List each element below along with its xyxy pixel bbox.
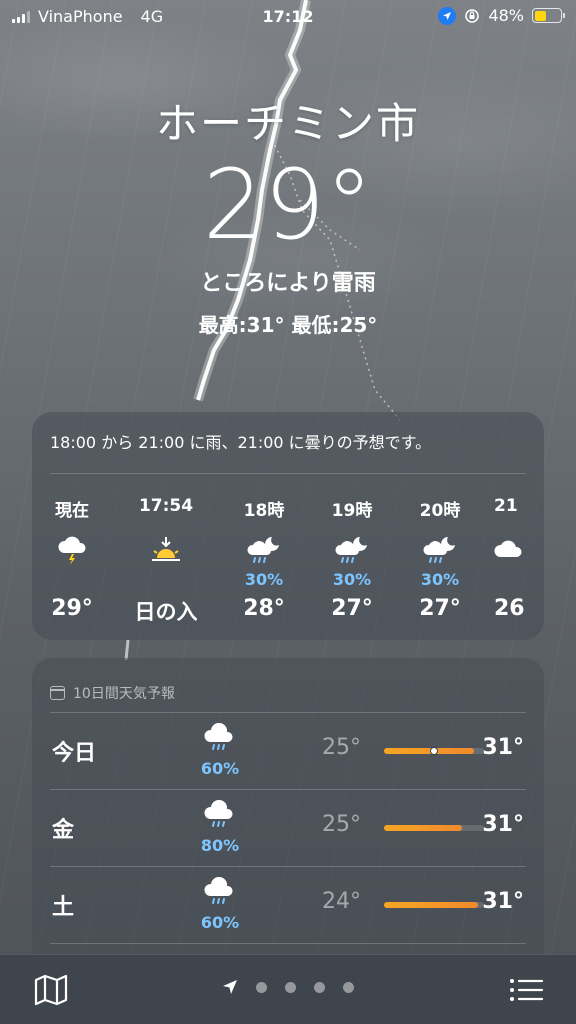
day-row[interactable]: 土 60% 24° 31° — [50, 866, 526, 943]
rain-icon — [200, 723, 240, 755]
bottom-toolbar — [0, 954, 576, 1024]
hourly-forecast-card[interactable]: 18:00 から 21:00 に雨、21:00 に曇りの予想です。 現在 29°… — [32, 412, 544, 640]
current-weather-header: ホーチミン市 29° ところにより雷雨 最高:31° 最低:25° — [0, 90, 576, 338]
city-name: ホーチミン市 — [155, 99, 420, 148]
list-icon — [510, 979, 544, 1001]
day-name: 土 — [52, 895, 75, 920]
battery-icon — [532, 8, 565, 23]
ten-day-title: 10日間天気予報 — [73, 686, 175, 702]
temperature-range-bar — [384, 825, 484, 831]
rain-icon — [200, 800, 240, 832]
hour-label: 17:54 — [138, 496, 194, 516]
day-low: 25° — [322, 812, 361, 837]
day-row[interactable]: 金 80% 25° 31° — [50, 789, 526, 866]
current-temperature-marker — [430, 747, 438, 755]
hour-item: 18時 30% 28° — [220, 496, 308, 626]
temperature-range-fill — [384, 902, 478, 908]
page-dot[interactable] — [314, 981, 325, 993]
day-high: 31° — [482, 812, 524, 837]
rain-moon-icon — [422, 530, 458, 570]
temperature-range-bar — [384, 902, 484, 908]
temperature-range-fill — [384, 748, 474, 754]
hour-temperature: 26 — [494, 596, 525, 621]
thunderstorm-icon — [55, 530, 89, 570]
hour-temperature: 27° — [419, 596, 461, 621]
rain-moon-icon — [334, 530, 370, 570]
cloud-icon — [494, 530, 524, 570]
hour-temperature: 日の入 — [134, 600, 198, 624]
hour-item: 17:54 日の入 — [112, 496, 220, 626]
current-condition: ところにより雷雨 — [200, 271, 376, 296]
hour-label: 現在 — [55, 501, 89, 521]
hourly-summary: 18:00 から 21:00 に雨、21:00 に曇りの予想です。 — [50, 433, 432, 452]
hour-item: 現在 29° — [32, 496, 112, 626]
high-low-temperature: 最高:31° 最低:25° — [198, 313, 378, 337]
hour-item: 19時 30% 27° — [308, 496, 396, 626]
temperature-range-fill — [384, 825, 462, 831]
status-right: 48% — [438, 6, 565, 25]
hour-label: 21 — [494, 496, 518, 516]
day-low: 24° — [322, 889, 361, 914]
hour-precipitation: 30% — [332, 570, 372, 589]
page-dot[interactable] — [343, 981, 354, 993]
hour-item: 20時 30% 27° — [396, 496, 484, 626]
status-bar: VinaPhone 4G 17:12 48% — [0, 0, 576, 34]
day-name: 金 — [52, 818, 75, 843]
hour-temperature: 29° — [51, 596, 93, 621]
sunset-icon — [148, 530, 184, 570]
rain-moon-icon — [246, 530, 282, 570]
current-temperature: 29° — [202, 149, 374, 261]
hourly-list[interactable]: 現在 29° 17:54 日の入 18時 30% 28° 19時 30% 27°… — [32, 496, 544, 626]
ten-day-header: 10日間天気予報 — [32, 658, 544, 712]
page-dot[interactable] — [256, 981, 267, 993]
calendar-icon — [50, 686, 65, 700]
rotation-lock-icon — [465, 8, 480, 23]
day-name: 今日 — [52, 741, 97, 766]
hour-item: 21 26 — [484, 496, 544, 626]
hour-precipitation: 30% — [420, 570, 460, 589]
hour-temperature: 28° — [243, 596, 285, 621]
current-location-page-icon[interactable] — [222, 979, 238, 995]
hour-temperature: 27° — [331, 596, 373, 621]
day-row[interactable]: 今日 60% 25° 31° — [50, 712, 526, 789]
hour-label: 18時 — [243, 501, 285, 521]
page-indicator[interactable] — [0, 979, 576, 995]
rain-icon — [200, 877, 240, 909]
day-high: 31° — [482, 889, 524, 914]
ten-day-forecast-card[interactable]: 10日間天気予報 今日 60% 25° 31° 金 80% 25° 31° 土 … — [32, 658, 544, 968]
hour-label: 20時 — [419, 501, 461, 521]
day-precipitation: 80% — [200, 836, 240, 855]
location-arrow-icon — [438, 6, 457, 25]
hour-label: 19時 — [331, 501, 373, 521]
page-dot[interactable] — [285, 981, 296, 993]
temperature-range-bar — [384, 747, 484, 755]
location-list-button[interactable] — [508, 973, 544, 1007]
day-low: 25° — [322, 735, 361, 760]
hour-precipitation: 30% — [244, 570, 284, 589]
day-high: 31° — [482, 735, 524, 760]
day-precipitation: 60% — [200, 913, 240, 932]
battery-percentage: 48% — [488, 6, 524, 25]
day-precipitation: 60% — [200, 759, 240, 778]
